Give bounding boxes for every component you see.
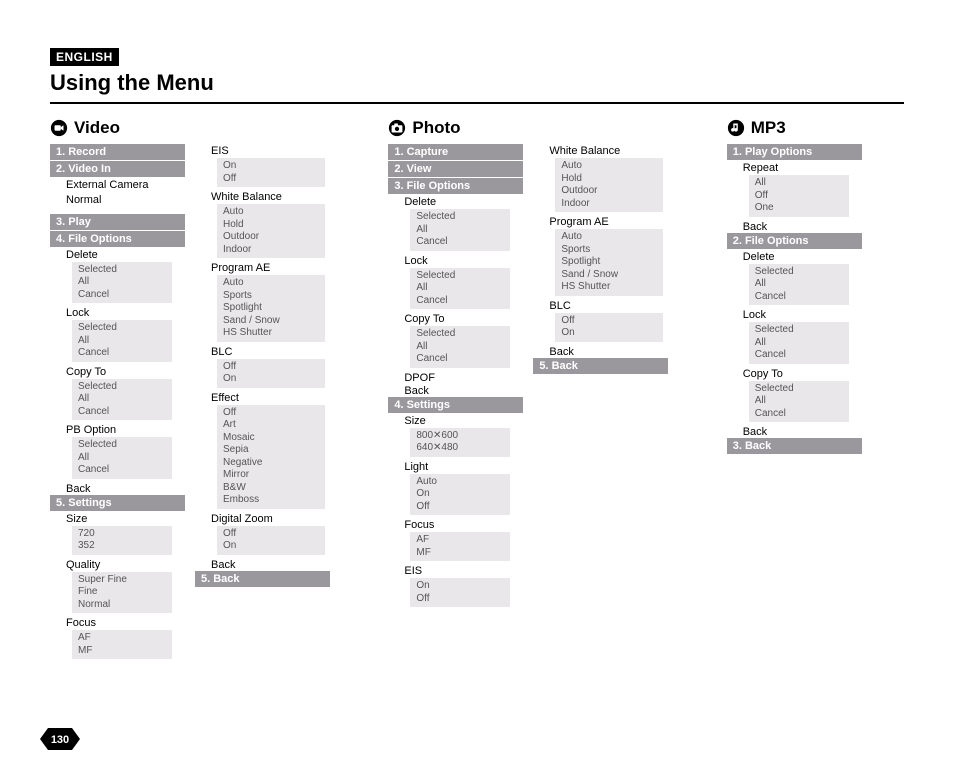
- label-effect: Effect: [195, 391, 330, 404]
- video-col-1: 1. Record 2. Video In External Camera No…: [50, 144, 185, 662]
- label-eis: EIS: [388, 564, 523, 577]
- label-quality: Quality: [50, 558, 185, 571]
- label-wb: White Balance: [195, 190, 330, 203]
- label-repeat: Repeat: [727, 161, 862, 174]
- opts-effect: OffArtMosaicSepiaNegativeMirrorB&WEmboss: [217, 405, 325, 509]
- label-lock: Lock: [727, 308, 862, 321]
- page-title: Using the Menu: [50, 66, 904, 104]
- label-blc: BLC: [195, 345, 330, 358]
- video-col-2: EIS OnOff White Balance AutoHoldOutdoorI…: [195, 144, 330, 662]
- opts-quality: Super FineFineNormal: [72, 572, 172, 614]
- opts-program-ae: AutoSportsSpotlightSand / SnowHS Shutter: [555, 229, 663, 296]
- section-video: Video 1. Record 2. Video In External Cam…: [50, 118, 372, 662]
- menu-capture: 1. Capture: [388, 144, 523, 160]
- label-back: Back: [533, 345, 668, 358]
- opts-blc: OffOn: [217, 359, 325, 388]
- opts-blc: OffOn: [555, 313, 663, 342]
- menu-play-options: 1. Play Options: [727, 144, 862, 160]
- mp3-header: MP3: [727, 118, 904, 138]
- label-copyto: Copy To: [50, 365, 185, 378]
- menu-back: 5. Back: [195, 571, 330, 587]
- opts-repeat: AllOffOne: [749, 175, 849, 217]
- mp3-col: 1. Play Options Repeat AllOffOne Back 2.…: [727, 144, 862, 454]
- opts-light: AutoOnOff: [410, 474, 510, 516]
- opts-pboption: SelectedAllCancel: [72, 437, 172, 479]
- label-back: Back: [727, 425, 862, 438]
- label-pboption: PB Option: [50, 423, 185, 436]
- video-in-opt: External Camera: [50, 178, 185, 193]
- label-program-ae: Program AE: [195, 261, 330, 274]
- photo-col-2: White Balance AutoHoldOutdoorIndoor Prog…: [533, 144, 668, 610]
- menu-view: 2. View: [388, 161, 523, 177]
- label-eis: EIS: [195, 144, 330, 157]
- page-number: 130: [40, 728, 80, 755]
- menu-file-options: 3. File Options: [388, 178, 523, 194]
- menu-back: 5. Back: [533, 358, 668, 374]
- label-copyto: Copy To: [388, 312, 523, 325]
- opts-focus: AFMF: [72, 630, 172, 659]
- opts-delete: SelectedAllCancel: [410, 209, 510, 251]
- language-badge: ENGLISH: [50, 48, 119, 66]
- photo-header: Photo: [388, 118, 710, 138]
- label-delete: Delete: [727, 250, 862, 263]
- label-dpof: DPOF: [388, 371, 523, 384]
- section-photo: Photo 1. Capture 2. View 3. File Options…: [388, 118, 710, 662]
- label-focus: Focus: [388, 518, 523, 531]
- label-focus: Focus: [50, 616, 185, 629]
- opts-delete: SelectedAllCancel: [72, 262, 172, 304]
- opts-lock: SelectedAllCancel: [72, 320, 172, 362]
- label-lock: Lock: [388, 254, 523, 267]
- menu-file-options: 4. File Options: [50, 231, 185, 247]
- label-lock: Lock: [50, 306, 185, 319]
- photo-title: Photo: [412, 118, 460, 138]
- label-delete: Delete: [50, 248, 185, 261]
- opts-eis: OnOff: [410, 578, 510, 607]
- label-light: Light: [388, 460, 523, 473]
- menu-play: 3. Play: [50, 214, 185, 230]
- photo-col-1: 1. Capture 2. View 3. File Options Delet…: [388, 144, 523, 610]
- label-blc: BLC: [533, 299, 668, 312]
- label-back: Back: [727, 220, 862, 233]
- menu-settings: 4. Settings: [388, 397, 523, 413]
- camera-icon: [388, 119, 406, 137]
- label-wb: White Balance: [533, 144, 668, 157]
- svg-text:130: 130: [51, 734, 69, 746]
- opts-copyto: SelectedAllCancel: [72, 379, 172, 421]
- opts-lock: SelectedAllCancel: [410, 268, 510, 310]
- label-digital-zoom: Digital Zoom: [195, 512, 330, 525]
- section-mp3: MP3 1. Play Options Repeat AllOffOne Bac…: [727, 118, 904, 662]
- label-delete: Delete: [388, 195, 523, 208]
- video-header: Video: [50, 118, 372, 138]
- menu-record: 1. Record: [50, 144, 185, 160]
- label-back: Back: [50, 482, 185, 495]
- menu-video-in: 2. Video In: [50, 161, 185, 177]
- opts-wb: AutoHoldOutdoorIndoor: [217, 204, 325, 258]
- label-size: Size: [50, 512, 185, 525]
- label-back: Back: [195, 558, 330, 571]
- label-copyto: Copy To: [727, 367, 862, 380]
- opts-size: 720352: [72, 526, 172, 555]
- label-size: Size: [388, 414, 523, 427]
- menu-file-options: 2. File Options: [727, 233, 862, 249]
- opts-eis: OnOff: [217, 158, 325, 187]
- opts-copyto: SelectedAllCancel: [749, 381, 849, 423]
- opts-focus: AFMF: [410, 532, 510, 561]
- opts-lock: SelectedAllCancel: [749, 322, 849, 364]
- opts-delete: SelectedAllCancel: [749, 264, 849, 306]
- opts-digital-zoom: OffOn: [217, 526, 325, 555]
- video-in-opt: Normal: [50, 193, 185, 208]
- menu-back: 3. Back: [727, 438, 862, 454]
- label-back: Back: [388, 384, 523, 397]
- menu-settings: 5. Settings: [50, 495, 185, 511]
- label-program-ae: Program AE: [533, 215, 668, 228]
- opts-wb: AutoHoldOutdoorIndoor: [555, 158, 663, 212]
- music-note-icon: [727, 119, 745, 137]
- opts-size: 800✕600640✕480: [410, 428, 510, 457]
- opts-program-ae: AutoSportsSpotlightSand / SnowHS Shutter: [217, 275, 325, 342]
- sections-row: Video 1. Record 2. Video In External Cam…: [50, 118, 904, 662]
- video-title: Video: [74, 118, 120, 138]
- opts-copyto: SelectedAllCancel: [410, 326, 510, 368]
- mp3-title: MP3: [751, 118, 786, 138]
- video-icon: [50, 119, 68, 137]
